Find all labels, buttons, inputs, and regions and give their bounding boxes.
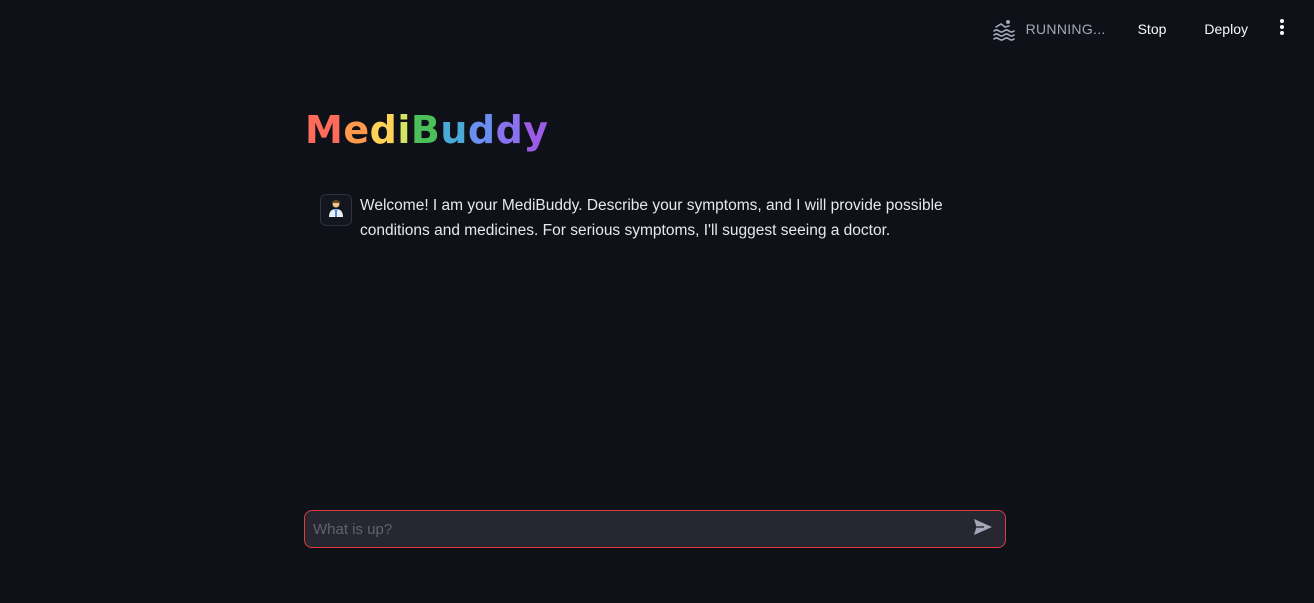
message-text: Welcome! I am your MediBuddy. Describe y… (360, 197, 943, 239)
title-letter: d (369, 108, 398, 152)
doctor-icon (328, 199, 344, 222)
send-icon (973, 518, 993, 541)
title-letter: e (343, 108, 370, 152)
swimmer-icon (992, 17, 1016, 41)
page-title: MediBuddy (305, 108, 549, 152)
title-letter: u (440, 108, 468, 152)
vertical-dots-icon (1279, 18, 1285, 41)
header-toolbar: RUNNING... Stop Deploy (992, 0, 1314, 58)
title-letter: B (410, 108, 441, 152)
title-letter: M (305, 108, 344, 152)
avatar (320, 194, 352, 226)
title-letter: y (523, 108, 549, 152)
title-letter: d (467, 108, 496, 152)
status-text: RUNNING... (1025, 21, 1106, 37)
deploy-button[interactable]: Deploy (1196, 15, 1256, 43)
stop-button[interactable]: Stop (1130, 15, 1175, 43)
running-status: RUNNING... (992, 17, 1106, 41)
chat-input-box (304, 510, 1006, 548)
main-menu-button[interactable] (1272, 17, 1292, 41)
chat-input[interactable] (305, 511, 969, 547)
title-letter: d (495, 108, 524, 152)
send-button[interactable] (969, 515, 997, 543)
app-page: RUNNING... Stop Deploy MediBuddy Welcome… (0, 0, 1314, 603)
assistant-message: Welcome! I am your MediBuddy. Describe y… (320, 194, 1010, 243)
title-letter: i (397, 108, 411, 152)
